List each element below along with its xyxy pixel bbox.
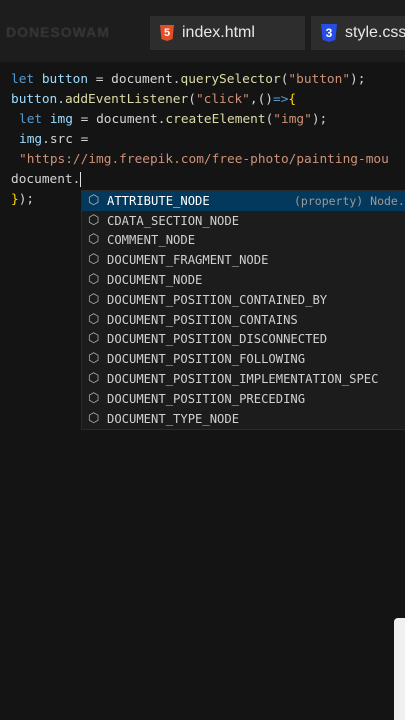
code-line-2: button.addEventListener("click",()=>{ <box>11 90 296 110</box>
suggestion-item[interactable]: ⬡ DOCUMENT_POSITION_CONTAINED_BY <box>82 290 405 310</box>
sidebar-title: DONESOWAM <box>6 24 110 40</box>
code-token: img <box>19 132 43 147</box>
code-token: let <box>19 112 43 127</box>
code-token: ); <box>350 72 366 87</box>
suggestion-label: DOCUMENT_POSITION_DISCONNECTED <box>107 332 328 347</box>
code-token: "https://img.freepik.com/free-photo/pain… <box>19 152 389 167</box>
suggestion-item[interactable]: ⬡ DOCUMENT_POSITION_PRECEDING <box>82 389 405 409</box>
property-icon: ⬡ <box>88 371 100 387</box>
suggestion-item[interactable]: ⬡ DOCUMENT_TYPE_NODE <box>82 409 405 429</box>
suggestion-item[interactable]: ⬡ DOCUMENT_POSITION_FOLLOWING <box>82 349 405 369</box>
suggestion-item[interactable]: ⬡ ATTRIBUTE_NODE (property) Node. <box>82 191 405 211</box>
tab-index-html[interactable]: 5 index.html <box>150 16 305 50</box>
suggestion-label: COMMENT_NODE <box>107 233 196 248</box>
code-line-6: document. <box>11 170 82 190</box>
property-icon: ⬡ <box>88 311 100 327</box>
suggestion-detail: (property) Node. <box>294 193 405 208</box>
code-token: button <box>34 72 89 87</box>
tab-style-css[interactable]: 3 style.css <box>311 16 405 50</box>
suggestion-label: DOCUMENT_TYPE_NODE <box>107 411 240 426</box>
suggestion-label: DOCUMENT_FRAGMENT_NODE <box>107 253 269 268</box>
code-token: querySelector <box>180 72 281 87</box>
code-token: "button" <box>288 72 351 87</box>
suggestion-item[interactable]: ⬡ CDATA_SECTION_NODE <box>82 211 405 231</box>
code-token: => <box>273 92 289 107</box>
code-token: ); <box>18 192 35 207</box>
suggestion-label: DOCUMENT_POSITION_PRECEDING <box>107 391 306 406</box>
property-icon: ⬡ <box>88 390 100 406</box>
code-token: .src = <box>42 132 89 147</box>
property-icon: ⬡ <box>88 291 100 307</box>
code-line-5: "https://img.freepik.com/free-photo/pain… <box>19 150 389 170</box>
code-token: createElement <box>165 112 266 127</box>
code-token: ); <box>311 112 328 127</box>
code-token: } <box>11 192 19 207</box>
property-icon: ⬡ <box>88 351 100 367</box>
code-token: "click" <box>195 92 250 107</box>
suggestion-item[interactable]: ⬡ DOCUMENT_NODE <box>82 270 405 290</box>
html5-icon: 5 <box>160 25 174 41</box>
code-line-4: img.src = <box>19 130 88 150</box>
suggestion-item[interactable]: ⬡ DOCUMENT_POSITION_IMPLEMENTATION_SPEC <box>82 369 405 389</box>
suggestion-label: DOCUMENT_POSITION_FOLLOWING <box>107 352 306 367</box>
code-line-3: let img = document.createElement("img"); <box>19 110 327 130</box>
suggestion-label: DOCUMENT_POSITION_CONTAINED_BY <box>107 292 328 307</box>
property-icon: ⬡ <box>88 252 100 268</box>
suggestion-label: DOCUMENT_POSITION_IMPLEMENTATION_SPEC <box>107 372 379 387</box>
code-line-7: }); <box>11 190 34 210</box>
suggestion-item[interactable]: ⬡ DOCUMENT_POSITION_CONTAINS <box>82 310 405 330</box>
property-icon: ⬡ <box>88 212 100 228</box>
code-token: button. <box>11 92 65 107</box>
suggestion-label: CDATA_SECTION_NODE <box>107 213 240 228</box>
code-line-1: let button = document.querySelector("but… <box>11 70 365 90</box>
code-token: "img" <box>273 112 312 127</box>
property-icon: ⬡ <box>88 192 100 208</box>
suggestion-item[interactable]: ⬡ DOCUMENT_FRAGMENT_NODE <box>82 250 405 270</box>
autocomplete-widget[interactable]: ⬡ ATTRIBUTE_NODE (property) Node. ⬡ CDAT… <box>81 190 405 430</box>
suggestion-label: DOCUMENT_NODE <box>107 273 203 288</box>
code-token: document. <box>11 172 81 187</box>
code-token: img <box>42 112 73 127</box>
property-icon: ⬡ <box>88 272 100 288</box>
code-token: let <box>11 72 35 87</box>
property-icon: ⬡ <box>88 331 100 347</box>
code-token: addEventListener <box>64 92 189 107</box>
code-token: ( <box>188 92 196 107</box>
tab-bar: DONESOWAM 5 index.html 3 style.css <box>0 0 405 62</box>
tab-label: style.css <box>345 24 405 41</box>
code-token: ,() <box>249 92 273 107</box>
tab-label: index.html <box>182 24 255 41</box>
property-icon: ⬡ <box>88 410 100 426</box>
property-icon: ⬡ <box>88 232 100 248</box>
code-token: = document. <box>72 112 166 127</box>
side-panel-edge <box>394 618 405 720</box>
css3-icon: 3 <box>321 24 337 42</box>
text-cursor <box>80 172 82 187</box>
suggestion-label: ATTRIBUTE_NODE <box>107 193 210 208</box>
suggestion-item[interactable]: ⬡ DOCUMENT_POSITION_DISCONNECTED <box>82 330 405 350</box>
suggestion-label: DOCUMENT_POSITION_CONTAINS <box>107 312 298 327</box>
suggestion-item[interactable]: ⬡ COMMENT_NODE <box>82 231 405 251</box>
code-token: { <box>288 92 297 107</box>
code-token: = document. <box>88 72 181 87</box>
